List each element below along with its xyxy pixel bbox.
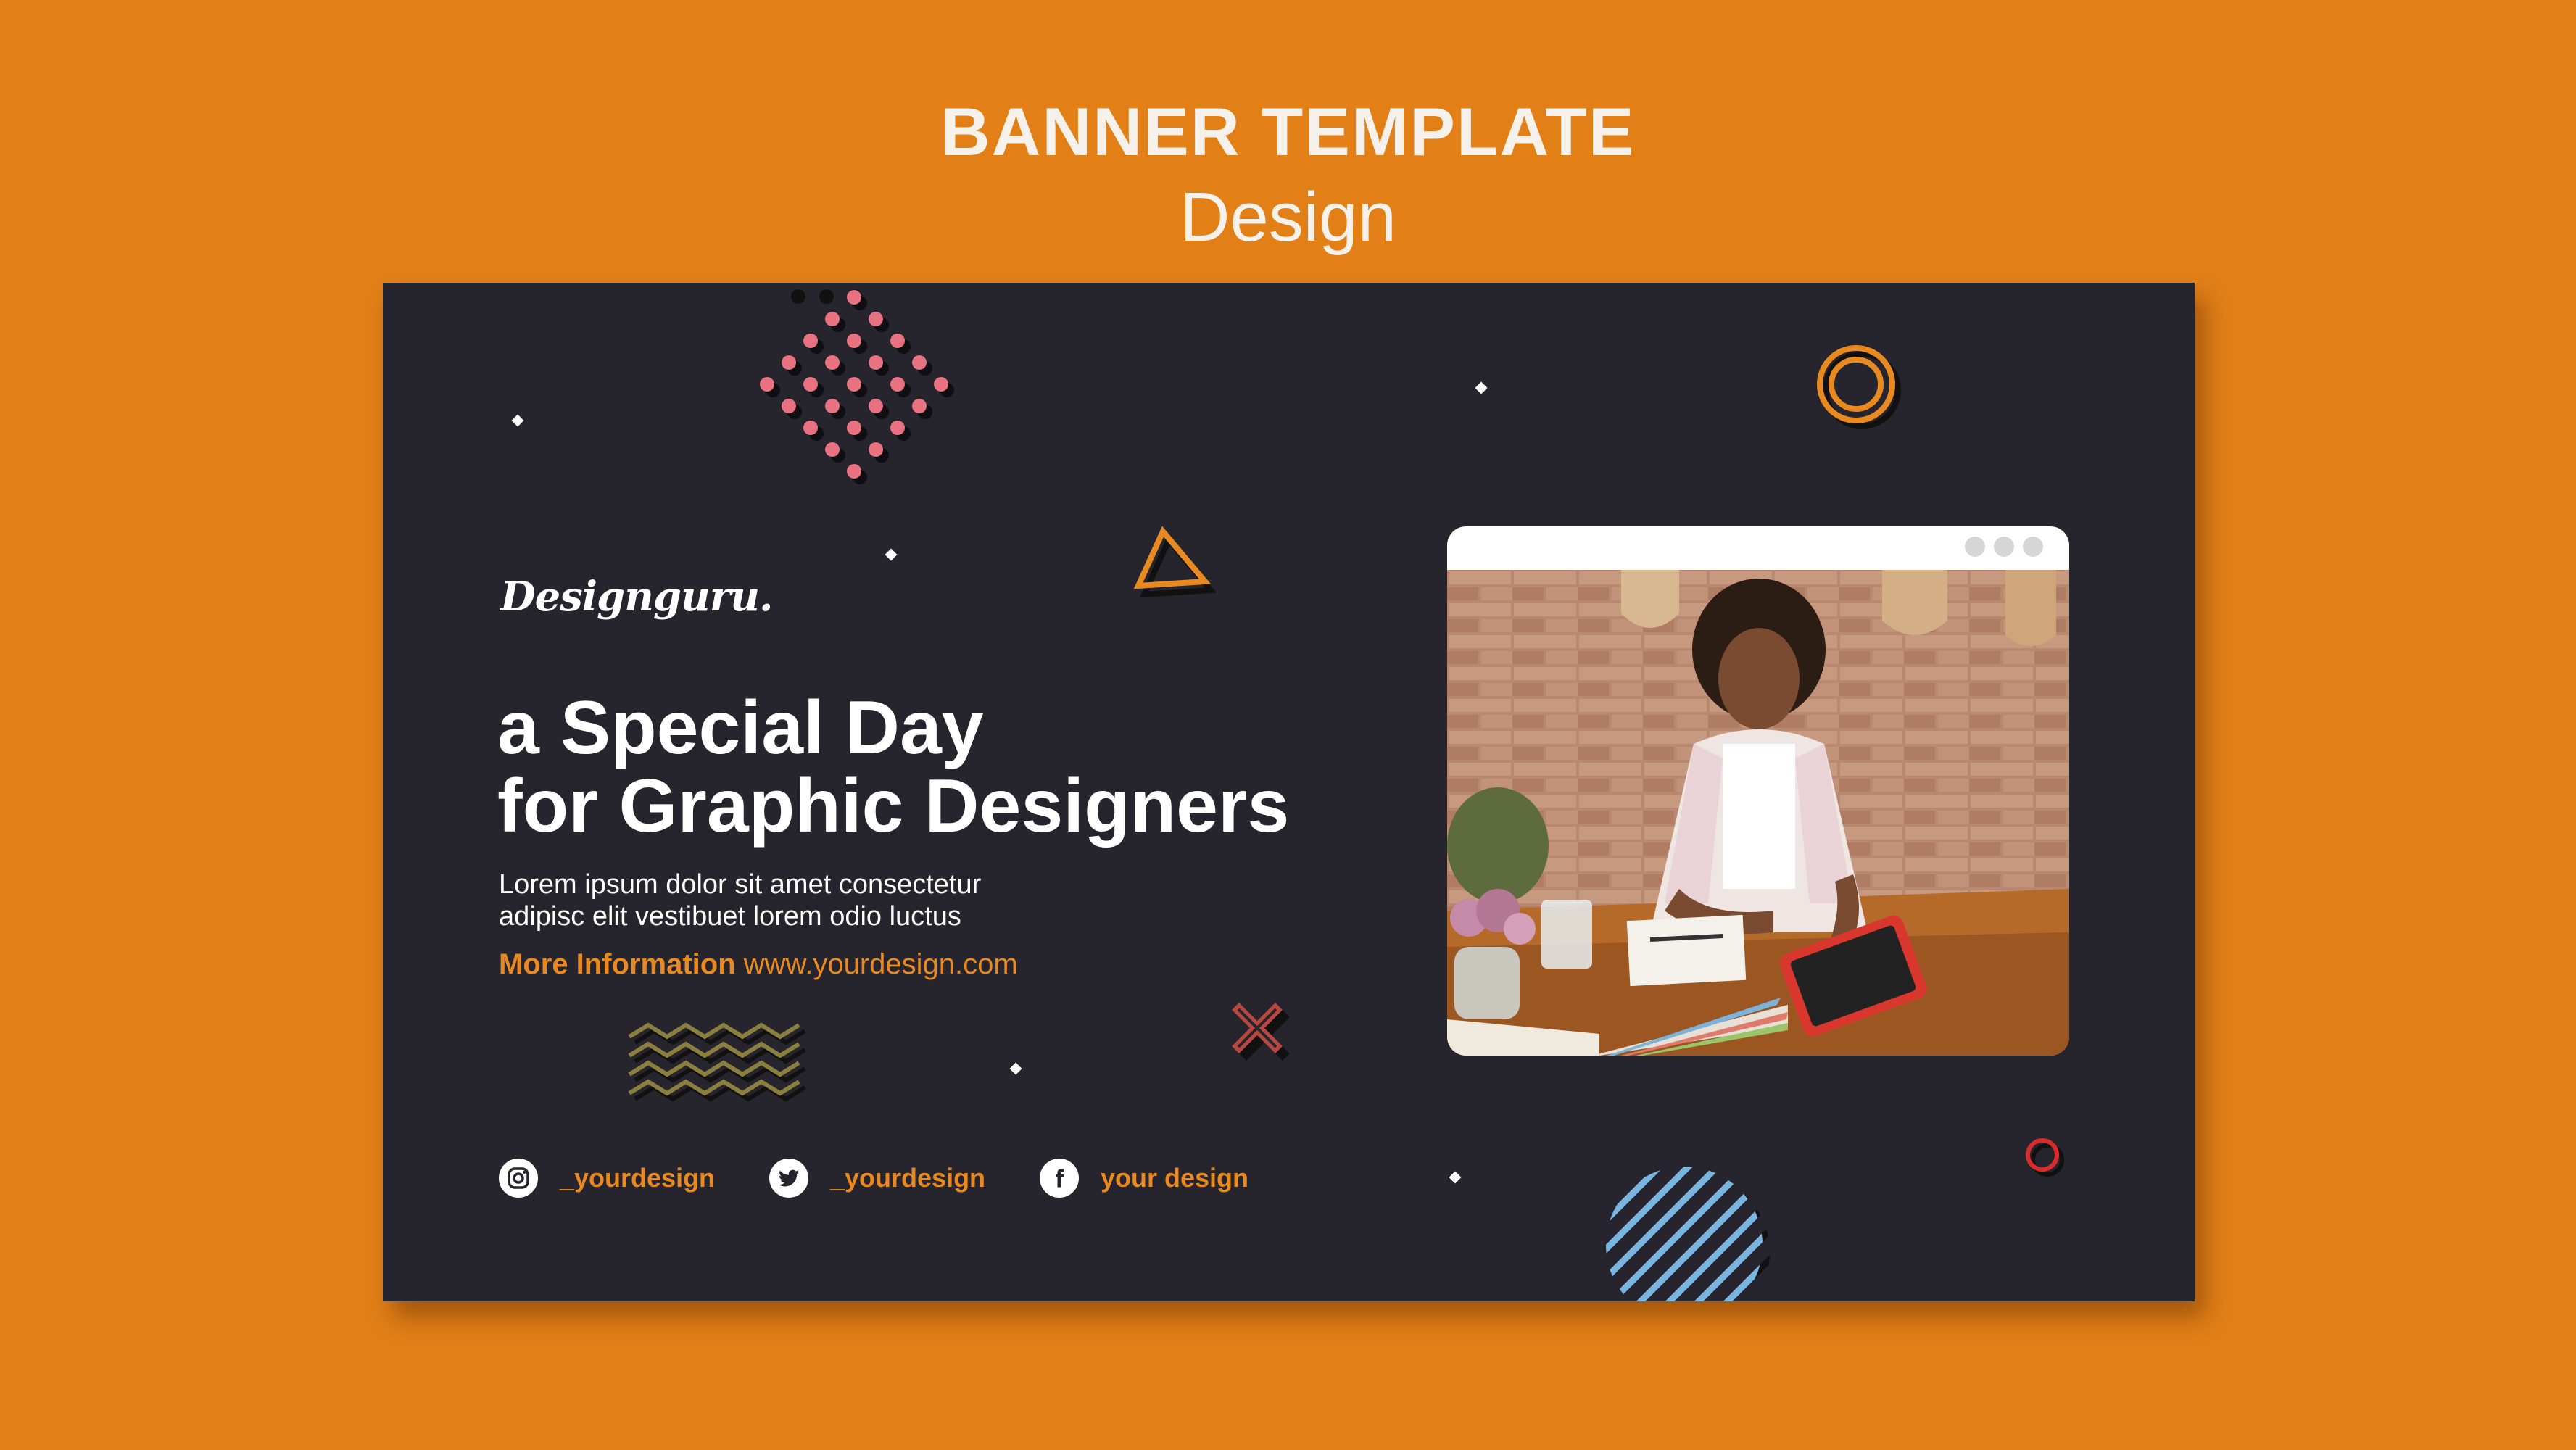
window-controls: [1965, 536, 2043, 557]
pink-dot: [847, 420, 861, 435]
pink-dot: [825, 355, 840, 370]
pink-dot: [847, 464, 861, 478]
page-title: BANNER TEMPLATE: [940, 94, 1636, 170]
social-facebook[interactable]: your design: [1040, 1156, 1248, 1200]
pink-dot: [912, 355, 927, 370]
pink-dot: [760, 377, 774, 392]
headline: a Special Day for Graphic Designers: [497, 689, 1289, 845]
pink-dot: [869, 312, 883, 326]
photo-window: [1447, 526, 2069, 1056]
pink-dot: [782, 399, 796, 413]
pink-dot: [934, 377, 948, 392]
instagram-handle: _yourdesign: [560, 1163, 716, 1193]
twitter-handle: _yourdesign: [830, 1163, 986, 1193]
body-text: Lorem ipsum dolor sit amet consectetur a…: [499, 869, 981, 932]
body-line-2: adipisc elit vestibuet lorem odio luctus: [499, 901, 961, 932]
headline-line-2: for Graphic Designers: [497, 764, 1290, 848]
designer-photo: [1447, 570, 2069, 1056]
pink-dot: [782, 355, 796, 370]
pink-dot: [890, 420, 905, 435]
facebook-handle: your design: [1101, 1163, 1249, 1193]
pink-dot: [825, 312, 840, 326]
instagram-icon: [499, 1159, 538, 1198]
body-line-1: Lorem ipsum dolor sit amet consectetur: [499, 869, 982, 900]
striped-circle-shape: [1606, 1167, 1770, 1301]
facebook-icon: [1040, 1159, 1079, 1198]
pink-dot: [803, 420, 818, 435]
banner-card: Designguru. a Special Day for Graphic De…: [383, 283, 2195, 1301]
triangle-shape: [1133, 526, 1217, 598]
window-dot: [1965, 536, 1985, 557]
page-subtitle: Design: [1180, 178, 1396, 256]
pink-dot: [869, 399, 883, 413]
pink-dot: [825, 399, 840, 413]
pink-dot-pattern: [760, 290, 954, 484]
pink-dot: [912, 399, 927, 413]
orange-ring-shape: [1817, 345, 1901, 429]
more-information: More Information www.yourdesign.com: [499, 948, 1018, 981]
zigzag-shape: [628, 1022, 806, 1102]
window-dot: [1994, 536, 2014, 557]
pink-dot: [890, 334, 905, 348]
pink-dot: [825, 442, 840, 457]
brand-logo: Designguru.: [500, 573, 773, 621]
website-link[interactable]: www.yourdesign.com: [744, 948, 1018, 980]
pink-dot: [869, 442, 883, 457]
pink-dot: [803, 334, 818, 348]
social-instagram[interactable]: _yourdesign: [499, 1156, 715, 1200]
pink-dot: [847, 377, 861, 392]
headline-line-1: a Special Day: [497, 686, 984, 770]
more-information-label: More Information: [499, 948, 736, 980]
x-shape: [1232, 1003, 1290, 1061]
window-dot: [2023, 536, 2043, 557]
twitter-icon: [769, 1159, 808, 1198]
pink-dot: [890, 377, 905, 392]
pink-dot: [869, 355, 883, 370]
pink-dot: [803, 377, 818, 392]
social-twitter[interactable]: _yourdesign: [769, 1156, 985, 1200]
pink-dot: [847, 290, 861, 304]
red-ring-shape: [2026, 1138, 2064, 1177]
pink-dot: [847, 334, 861, 348]
